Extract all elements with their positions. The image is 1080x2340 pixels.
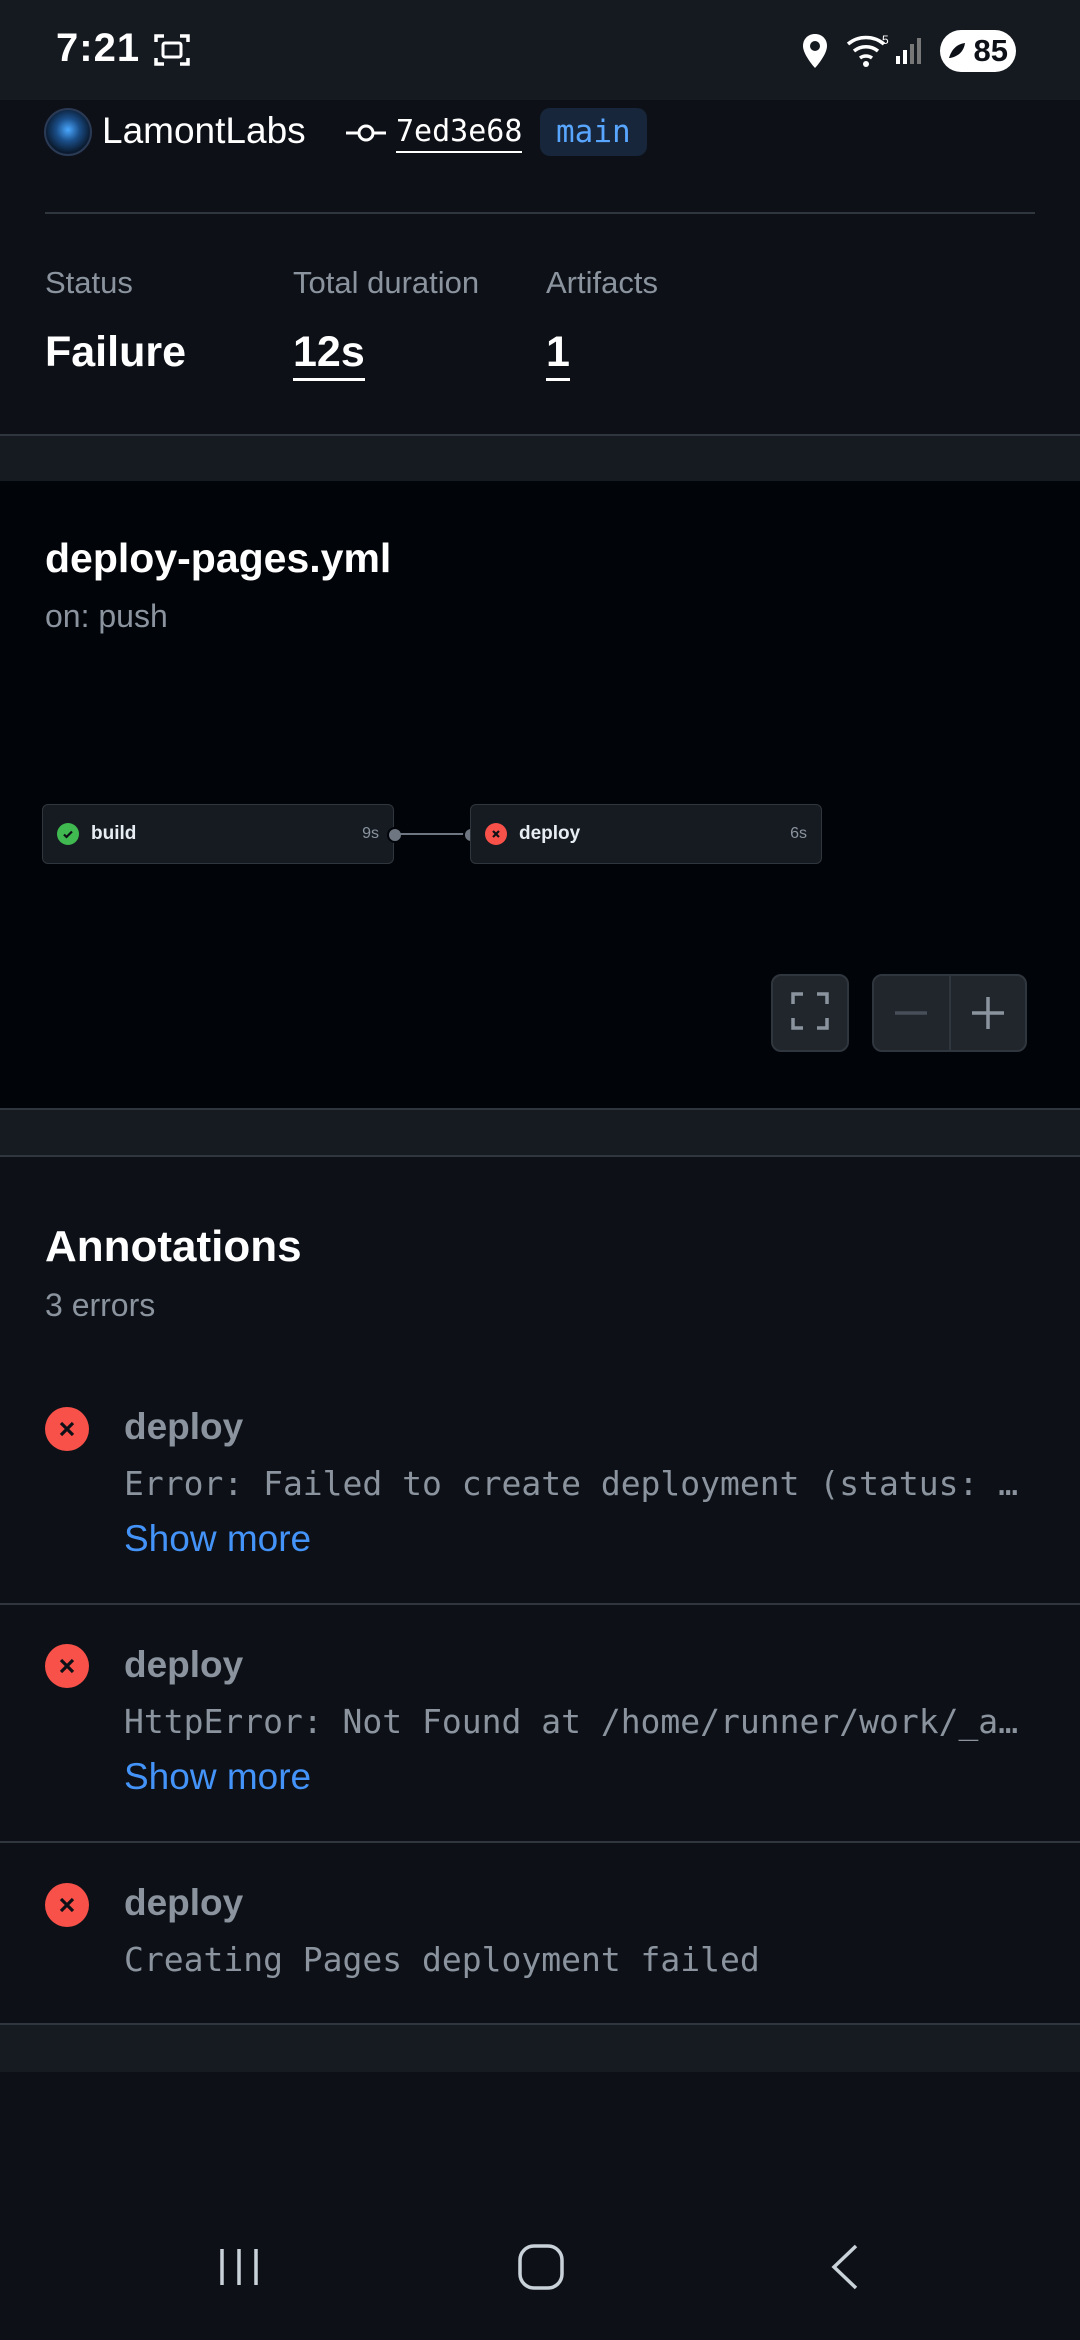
divider <box>0 1841 1080 1843</box>
system-nav-bar <box>0 2072 1080 2340</box>
error-icon <box>45 1407 89 1451</box>
annotation-message: HttpError: Not Found at /home/runner/wor… <box>124 1702 1019 1741</box>
commit-sha-link[interactable]: 7ed3e68 <box>396 114 523 153</box>
divider <box>0 1155 1080 1157</box>
zoom-in-button[interactable] <box>951 976 1026 1050</box>
show-more-link[interactable]: Show more <box>124 1518 311 1560</box>
battery-level: 85 <box>973 33 1008 68</box>
fullscreen-button[interactable] <box>771 974 849 1052</box>
annotation-job: deploy <box>124 1644 244 1685</box>
show-more-link[interactable]: Show more <box>124 1756 311 1798</box>
job-duration: 6s <box>790 825 807 842</box>
recent-apps-icon <box>220 2249 258 2285</box>
success-icon <box>57 823 79 845</box>
duration-link[interactable]: 12s <box>293 328 365 381</box>
artifacts-label: Artifacts <box>546 265 658 300</box>
error-icon <box>45 1883 89 1927</box>
workflow-trigger: on: push <box>45 598 168 634</box>
annotations-count: 3 errors <box>45 1287 156 1323</box>
screenshot-icon <box>152 30 192 75</box>
status-value: Failure <box>45 328 186 376</box>
avatar[interactable] <box>44 108 92 156</box>
annotation-job: deploy <box>124 1406 244 1447</box>
minus-icon <box>895 1011 928 1015</box>
branch-badge[interactable]: main <box>540 108 647 156</box>
annotation-message: Creating Pages deployment failed <box>124 1940 760 1979</box>
back-icon <box>831 2244 858 2290</box>
job-duration: 9s <box>362 825 379 842</box>
status-time: 7:21 <box>56 26 141 70</box>
job-connector <box>394 833 470 835</box>
job-build[interactable]: build 9s <box>42 804 394 864</box>
job-deploy[interactable]: deploy 6s <box>470 804 822 864</box>
divider <box>0 1603 1080 1605</box>
artifacts-value[interactable]: 1 <box>546 328 570 381</box>
duration-value[interactable]: 12s <box>293 328 365 381</box>
fullscreen-icon <box>789 990 831 1037</box>
workflow-file-name: deploy-pages.yml <box>45 535 392 581</box>
annotations-title: Annotations <box>45 1222 302 1271</box>
artifacts-link[interactable]: 1 <box>546 328 570 381</box>
battery-icon: 85 <box>940 30 1016 72</box>
error-icon <box>45 1644 89 1688</box>
wifi-icon: 5 <box>846 32 890 73</box>
connector-knob <box>387 827 403 843</box>
signal-icon <box>894 34 928 71</box>
job-name: build <box>91 823 137 844</box>
plus-icon <box>971 997 1004 1029</box>
commit-icon <box>346 120 386 151</box>
location-icon <box>800 32 830 75</box>
duration-label: Total duration <box>293 265 480 300</box>
section-separator <box>0 434 1080 483</box>
annotation-message: Error: Failed to create deployment (stat… <box>124 1464 1019 1503</box>
divider <box>45 212 1035 214</box>
svg-text:5: 5 <box>882 33 889 47</box>
home-button[interactable] <box>516 2242 566 2297</box>
back-button[interactable] <box>826 2242 862 2297</box>
section-separator <box>0 2025 1080 2072</box>
job-name: deploy <box>519 823 581 844</box>
zoom-controls <box>872 974 1027 1052</box>
status-label: Status <box>45 265 133 300</box>
section-separator <box>0 1108 1080 1157</box>
annotation-job: deploy <box>124 1882 244 1923</box>
home-icon <box>518 2244 564 2290</box>
repo-owner[interactable]: LamontLabs <box>102 110 306 152</box>
zoom-out-button[interactable] <box>874 976 951 1050</box>
failure-icon <box>485 823 507 845</box>
recent-apps-button[interactable] <box>214 2245 264 2294</box>
